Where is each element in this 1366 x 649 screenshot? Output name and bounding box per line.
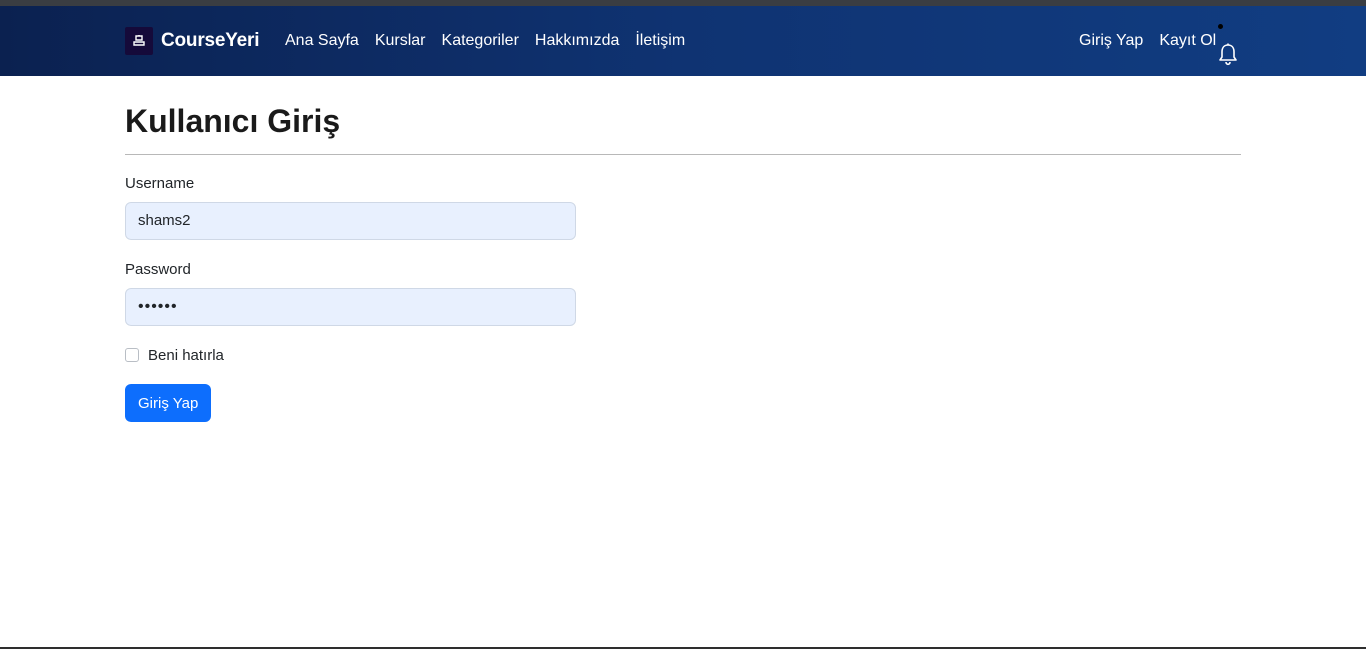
nav-link-about[interactable]: Hakkımızda — [535, 30, 619, 52]
graduation-icon — [125, 27, 153, 55]
nav-link-courses[interactable]: Kurslar — [375, 30, 426, 52]
title-divider — [125, 154, 1241, 155]
nav-login-link[interactable]: Giriş Yap — [1079, 30, 1143, 52]
page-title: Kullanıcı Giriş — [125, 103, 341, 139]
main-nav: Ana Sayfa Kurslar Kategoriler Hakkımızda… — [285, 30, 701, 52]
main-content: Kullanıcı Giriş Username shams2 Password… — [125, 76, 1241, 422]
brand-link[interactable]: CourseYeri — [125, 27, 260, 55]
nav-link-home[interactable]: Ana Sayfa — [285, 30, 359, 52]
navbar: CourseYeri Ana Sayfa Kurslar Kategoriler… — [0, 6, 1366, 76]
brand-name: CourseYeri — [161, 30, 260, 51]
login-form: Username shams2 Password •••••• Beni hat… — [125, 175, 1241, 422]
password-label: Password — [125, 261, 191, 278]
remember-me-row: Beni hatırla — [125, 346, 1241, 364]
bell-icon[interactable] — [1218, 42, 1238, 66]
remember-me-checkbox[interactable] — [125, 348, 139, 362]
nav-link-contact[interactable]: İletişim — [635, 30, 685, 52]
login-submit-button[interactable]: Giriş Yap — [125, 384, 212, 422]
nav-register-link[interactable]: Kayıt Ol — [1159, 30, 1216, 52]
username-input[interactable]: shams2 — [125, 202, 576, 240]
nav-link-categories[interactable]: Kategoriler — [442, 30, 519, 52]
remember-me-label[interactable]: Beni hatırla — [148, 347, 224, 364]
password-input[interactable]: •••••• — [125, 288, 576, 326]
auth-nav: Giriş Yap Kayıt Ol — [1079, 30, 1232, 52]
notification-dot — [1218, 24, 1223, 29]
username-label: Username — [125, 175, 195, 192]
